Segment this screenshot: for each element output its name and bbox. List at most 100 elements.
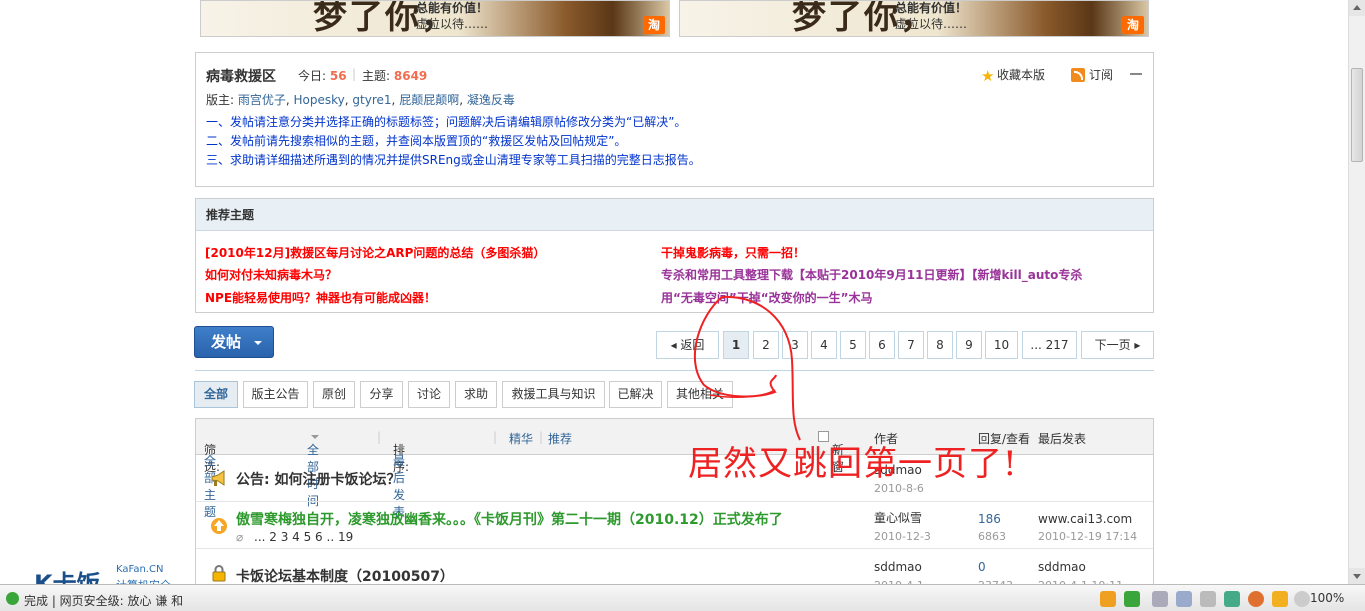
type-tab-all[interactable]: 全部 bbox=[194, 381, 238, 408]
type-tab[interactable]: 分享 bbox=[360, 381, 403, 408]
recommended-link[interactable]: 如何对付未知病毒木马？ bbox=[205, 266, 337, 283]
forum-rule: 三、求助请详细描述所遇到的情况并提供SREng或金山清理专家等工具扫描的完整日志… bbox=[206, 153, 701, 167]
favorite-forum-link[interactable]: ★ 收藏本版 bbox=[981, 66, 1046, 85]
forum-title: 病毒救援区 bbox=[206, 69, 276, 85]
page-link[interactable]: 5 bbox=[840, 331, 866, 359]
recommended-link[interactable]: 干掉鬼影病毒，只需一招！ bbox=[661, 244, 805, 261]
security-icon[interactable] bbox=[1176, 591, 1192, 607]
thread-replies: 186 bbox=[978, 512, 1001, 526]
subscribe-link[interactable]: 订阅 bbox=[1071, 66, 1113, 83]
pagination-back[interactable]: ◂ 返回 bbox=[656, 331, 719, 359]
moderator-link[interactable]: Hopesky bbox=[294, 93, 345, 107]
last-poster[interactable]: www.cai13.com bbox=[1038, 512, 1132, 526]
moderator-link[interactable]: 雨宫优子 bbox=[238, 93, 286, 107]
type-tab[interactable]: 其他相关 bbox=[667, 381, 733, 408]
thread-pages[interactable]: ... 2 3 4 5 6 .. 19 bbox=[254, 530, 353, 544]
back-label: 返回 bbox=[680, 338, 705, 352]
page-link-current[interactable]: 1 bbox=[723, 331, 749, 359]
thread-title[interactable]: 傲雪寒梅独自开，凌寒独放幽香来。。。《卡饭月刊》第二十一期（2010.12）正式… bbox=[236, 509, 783, 529]
shield-icon[interactable] bbox=[1272, 591, 1288, 607]
page-link[interactable]: 8 bbox=[927, 331, 953, 359]
last-poster[interactable]: sddmao bbox=[1038, 560, 1086, 574]
logo-en: KaFan.CN bbox=[116, 564, 164, 575]
star-icon: ★ bbox=[981, 67, 995, 85]
today-stat: 今日: 56 bbox=[298, 67, 347, 84]
browser-icon[interactable] bbox=[1248, 591, 1264, 607]
thread-row[interactable]: 卡饭论坛基本制度（20100507） sddmao 2010-4-1 0 237… bbox=[196, 550, 1153, 587]
page-link[interactable]: 10 bbox=[985, 331, 1018, 359]
taobao-icon: 淘 bbox=[1122, 16, 1144, 34]
dropdown-caret-icon bbox=[254, 341, 262, 345]
caret-down-icon bbox=[208, 446, 216, 450]
page-link[interactable]: 9 bbox=[956, 331, 982, 359]
user-icon[interactable] bbox=[1100, 591, 1116, 607]
chevron-left-icon: ◂ bbox=[670, 338, 677, 352]
forum-rule: 一、发帖请注意分类并选择正确的标题标签；问题解决后请编辑原帖修改分类为“已解决”… bbox=[206, 115, 687, 129]
thread-author[interactable]: sddmao bbox=[874, 560, 922, 574]
sort-dropdown[interactable]: 最后发表 bbox=[393, 441, 405, 519]
annotation-text: 居然又跳回第一页了! bbox=[688, 444, 1018, 484]
thread-title[interactable]: 公告: 如何注册卡饭论坛？ bbox=[236, 469, 400, 489]
lock-icon bbox=[212, 565, 226, 582]
tools-icon[interactable] bbox=[1152, 591, 1168, 607]
page-link[interactable]: 6 bbox=[869, 331, 895, 359]
recommended-title: 推荐主题 bbox=[196, 199, 1153, 231]
stat-divider: | bbox=[352, 67, 357, 81]
forum-info-box: 病毒救援区 今日: 56 | 主题: 8649 ★ 收藏本版 订阅 版主: 雨宫优… bbox=[195, 52, 1154, 187]
recommended-link[interactable]: 用“无毒空间”干掉“改变你的一生”木马 bbox=[661, 289, 873, 306]
page-link[interactable]: 2 bbox=[753, 331, 779, 359]
next-label: 下一页 bbox=[1094, 338, 1131, 352]
ad-banner-right[interactable]: 梦了你， 总能有价值！ 虚位以待…… 淘 bbox=[679, 0, 1149, 37]
type-tab[interactable]: 已解决 bbox=[609, 381, 662, 408]
header-divider: | bbox=[493, 430, 498, 444]
speaker-icon[interactable] bbox=[1200, 591, 1216, 607]
next-page-button[interactable]: 下一页 ▸ bbox=[1081, 331, 1154, 359]
digest-filter[interactable]: 精华 bbox=[509, 430, 533, 447]
favorite-label: 收藏本版 bbox=[997, 68, 1046, 82]
page-link[interactable]: 4 bbox=[811, 331, 837, 359]
done-check-icon bbox=[6, 592, 19, 605]
thread-row[interactable]: 傲雪寒梅独自开，凌寒独放幽香来。。。《卡饭月刊》第二十一期（2010.12）正式… bbox=[196, 503, 1153, 549]
recommended-topics: 推荐主题 [2010年12月]救援区每月讨论之ARP问题的总结（多图杀猫） 如何… bbox=[195, 198, 1154, 313]
divider bbox=[195, 370, 1154, 371]
paperclip-icon: ⌀ bbox=[236, 530, 244, 544]
scroll-down-button[interactable] bbox=[1349, 568, 1365, 584]
type-tab[interactable]: 求助 bbox=[455, 381, 497, 408]
sticky-up-icon bbox=[211, 518, 227, 534]
recommended-link[interactable]: NPE能轻易使用吗？神器也有可能成凶器！ bbox=[205, 289, 436, 306]
filter-all-topics[interactable]: 全部主题 bbox=[204, 441, 216, 519]
post-button[interactable]: 发帖 bbox=[194, 326, 274, 358]
filter-all-time[interactable]: 全部时间 bbox=[307, 430, 319, 508]
type-tab[interactable]: 版主公告 bbox=[243, 381, 308, 408]
recommended-link[interactable]: [2010年12月]救援区每月讨论之ARP问题的总结（多图杀猫） bbox=[205, 244, 545, 261]
browser-page: 梦了你， 总能有价值！ 虚位以待…… 淘 梦了你， 总能有价值！ 虚位以待…… … bbox=[0, 0, 1365, 611]
type-tab[interactable]: 讨论 bbox=[408, 381, 450, 408]
thread-title[interactable]: 卡饭论坛基本制度（20100507） bbox=[236, 566, 454, 586]
topics-stat: 主题: 8649 bbox=[362, 67, 427, 84]
moderator-link[interactable]: 屁颠屁颠啊 bbox=[399, 93, 459, 107]
moderators-label: 版主: bbox=[206, 93, 235, 107]
zoom-level[interactable]: 100% bbox=[1310, 591, 1344, 605]
type-tab[interactable]: 原创 bbox=[313, 381, 355, 408]
header-divider: | bbox=[539, 430, 544, 444]
today-label: 今日: bbox=[298, 69, 327, 83]
page-link[interactable]: 3 bbox=[782, 331, 808, 359]
network-icon[interactable] bbox=[1224, 591, 1240, 607]
scroll-thumb[interactable] bbox=[1351, 68, 1363, 162]
moderator-link[interactable]: 凝逸反毒 bbox=[467, 93, 515, 107]
last-post-time[interactable]: 2010-12-19 17:14 bbox=[1038, 530, 1137, 543]
ad-banner-left[interactable]: 梦了你， 总能有价值！ 虚位以待…… 淘 bbox=[200, 0, 670, 37]
arrow-down-icon bbox=[1353, 574, 1361, 579]
type-tab[interactable]: 救援工具与知识 bbox=[502, 381, 605, 408]
thread-author[interactable]: 童心似雪 bbox=[874, 509, 922, 526]
scroll-up-button[interactable] bbox=[1349, 0, 1365, 16]
page-link[interactable]: 7 bbox=[898, 331, 924, 359]
recommended-link[interactable]: 专杀和常用工具整理下载【本贴于2010年9月11日更新】【新增kill_auto… bbox=[661, 266, 1082, 283]
vertical-scrollbar[interactable] bbox=[1348, 0, 1365, 584]
download-icon[interactable] bbox=[1124, 591, 1140, 607]
zoom-icon[interactable] bbox=[1294, 591, 1310, 607]
collapse-icon[interactable] bbox=[1130, 73, 1142, 75]
recommend-filter[interactable]: 推荐 bbox=[548, 430, 572, 447]
moderator-link[interactable]: gtyre1 bbox=[352, 93, 391, 107]
page-link-last[interactable]: ... 217 bbox=[1022, 331, 1077, 359]
